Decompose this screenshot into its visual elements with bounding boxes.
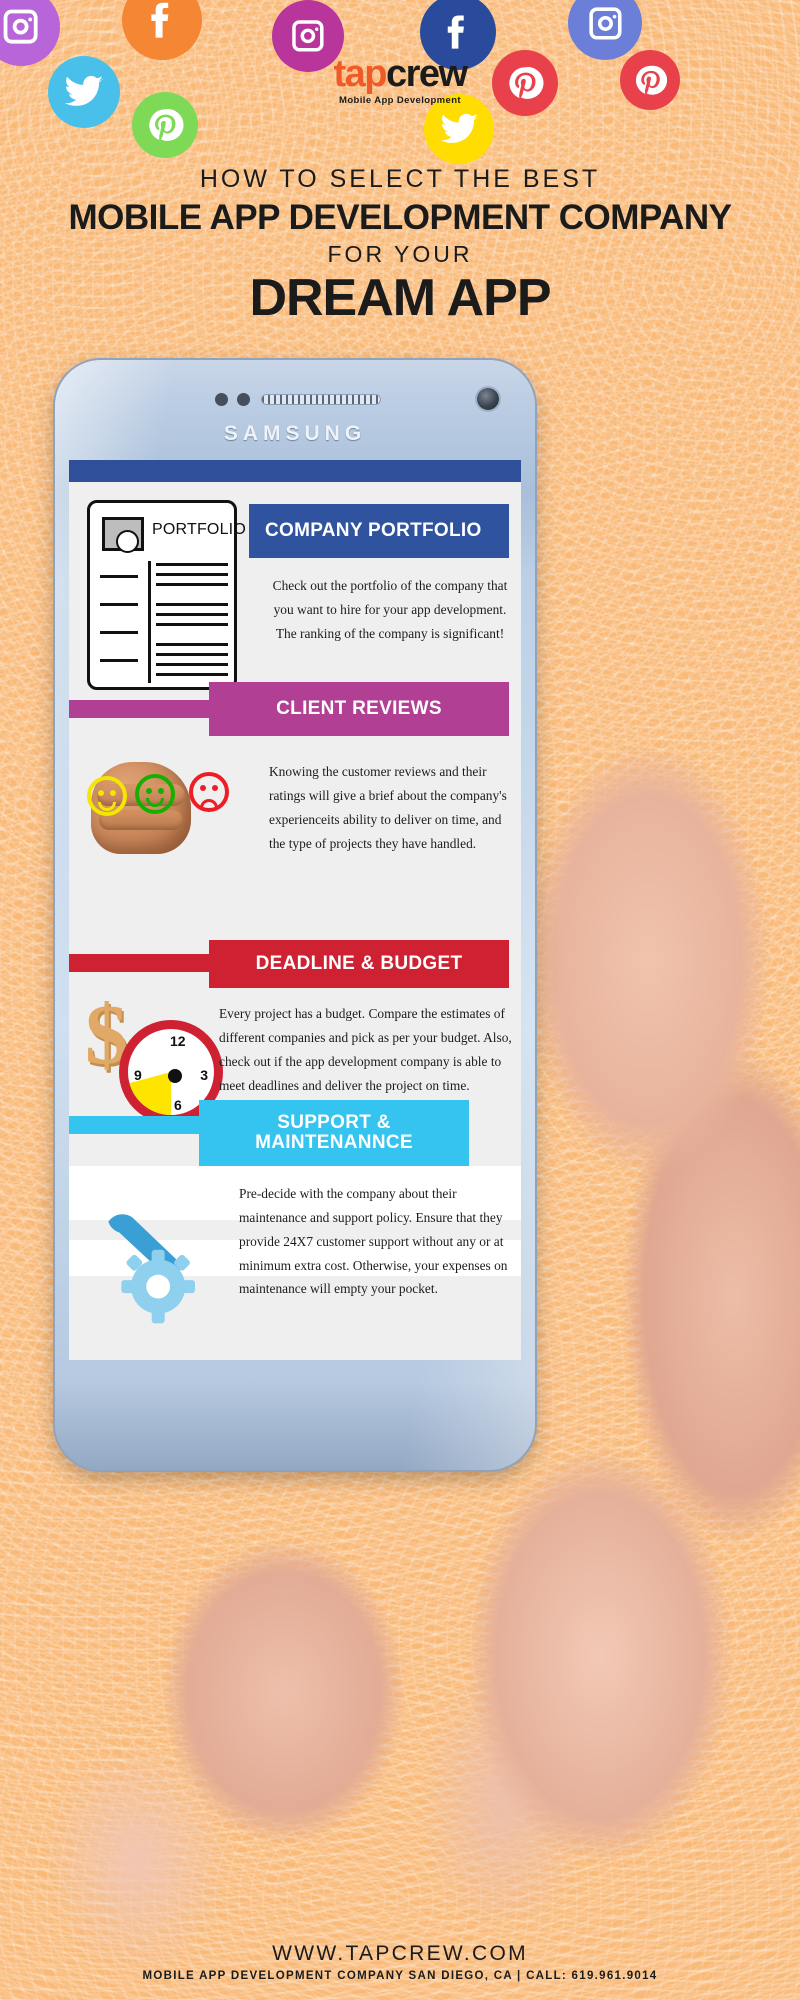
infographic-page: tapcrew Mobile App Development HOW TO SE… — [0, 0, 800, 2000]
portfolio-text-line — [156, 583, 228, 586]
proximity-sensor-icon — [215, 393, 228, 406]
clock-number-3: 3 — [200, 1067, 208, 1083]
headline-line-1: HOW TO SELECT THE BEST — [199, 165, 601, 193]
smiley-sad-red-icon — [189, 772, 229, 812]
portfolio-avatar-icon — [102, 517, 144, 553]
section-title-client-reviews: CLIENT REVIEWS — [276, 698, 442, 720]
portfolio-text-line — [156, 653, 228, 656]
footer-tagline: MOBILE APP DEVELOPMENT COMPANY SAN DIEGO… — [142, 1970, 658, 1982]
portfolio-text-line — [156, 603, 228, 606]
page-title: HOW TO SELECT THE BEST MOBILE APP DEVELO… — [0, 165, 800, 328]
section-title-company-portfolio: COMPANY PORTFOLIO — [265, 520, 482, 542]
headline-line-2: MOBILE APP DEVELOPMENT COMPANY — [68, 198, 732, 237]
light-sensor-icon — [237, 393, 250, 406]
smiley-neutral-yellow-icon — [87, 776, 127, 816]
front-camera-icon — [477, 388, 499, 410]
section-bar-deadline-budget — [69, 954, 219, 972]
portfolio-text-line — [156, 563, 228, 566]
portfolio-icon-label: PORTFOLIO — [152, 521, 246, 538]
headline-line-4: DREAM APP — [249, 269, 551, 327]
portfolio-text-line — [156, 573, 228, 576]
clock-number-9: 9 — [134, 1067, 142, 1083]
section-body-deadline-budget: Every project has a budget. Compare the … — [219, 1006, 512, 1093]
screen-content: PORTFOLIO COMPANY PORTFOLIO Check out th… — [69, 482, 521, 1360]
portfolio-divider — [148, 561, 151, 683]
portfolio-text-line — [156, 673, 228, 676]
portfolio-text-line — [156, 613, 228, 616]
portfolio-side-mark — [100, 631, 138, 634]
section-banner-company-portfolio: COMPANY PORTFOLIO — [249, 504, 509, 558]
samsung-phone-mockup: SAMSUNG PORTFOLIO COMPANY PORTFOLIO Chec… — [55, 360, 535, 1470]
earpiece-speaker-icon — [261, 394, 381, 405]
section-title-support-maintenance: SUPPORT & MAINTENANNCE — [255, 1112, 413, 1153]
section-title-deadline-budget: DEADLINE & BUDGET — [255, 953, 463, 975]
section-bar-client-reviews — [69, 700, 219, 718]
section-body-client-reviews: Knowing the customer reviews and their r… — [269, 764, 507, 851]
phone-brand-label: SAMSUNG — [223, 422, 367, 445]
logo-tagline: Mobile App Development — [339, 95, 461, 106]
portfolio-side-mark — [100, 575, 138, 578]
hand-thumb-photo — [0, 1500, 410, 1980]
portfolio-text-line — [156, 643, 228, 646]
clock-number-12: 12 — [170, 1033, 186, 1049]
portfolio-side-mark — [100, 659, 138, 662]
portfolio-document-icon: PORTFOLIO — [87, 500, 246, 690]
facebook-icon[interactable] — [122, 0, 202, 60]
portfolio-text-line — [156, 623, 228, 626]
clock-number-6: 6 — [174, 1097, 182, 1113]
wrench-gear-icon — [91, 1206, 221, 1326]
logo-primary-text: tap — [333, 53, 387, 95]
instagram-icon[interactable] — [568, 0, 642, 60]
section-body-support-maintenance: Pre-decide with the company about their … — [239, 1186, 508, 1297]
hand-pointing-smiley-faces-icon — [81, 744, 241, 864]
section-banner-deadline-budget: DEADLINE & BUDGET — [209, 940, 509, 988]
section-bar-support-maintenance — [69, 1116, 209, 1134]
wrench-gear-svg — [108, 1214, 195, 1324]
footer-website[interactable]: WWW.TAPCREW.COM — [0, 1942, 800, 1966]
tapcrew-logo: tapcrew Mobile App Development — [0, 55, 800, 106]
clock-center-hub — [168, 1069, 182, 1083]
footer: WWW.TAPCREW.COM MOBILE APP DEVELOPMENT C… — [0, 1942, 800, 1982]
portfolio-text-line — [156, 663, 228, 666]
phone-screen: PORTFOLIO COMPANY PORTFOLIO Check out th… — [69, 460, 521, 1360]
smiley-happy-green-icon — [135, 774, 175, 814]
section-banner-support-maintenance: SUPPORT & MAINTENANNCE — [199, 1100, 469, 1166]
headline-line-3: FOR YOUR — [327, 241, 473, 267]
logo-secondary-text: crew — [385, 53, 468, 95]
screen-top-bar — [69, 460, 521, 482]
section-banner-client-reviews: CLIENT REVIEWS — [209, 682, 509, 736]
portfolio-side-mark — [100, 603, 138, 606]
section-body-company-portfolio: Check out the portfolio of the company t… — [272, 578, 508, 641]
